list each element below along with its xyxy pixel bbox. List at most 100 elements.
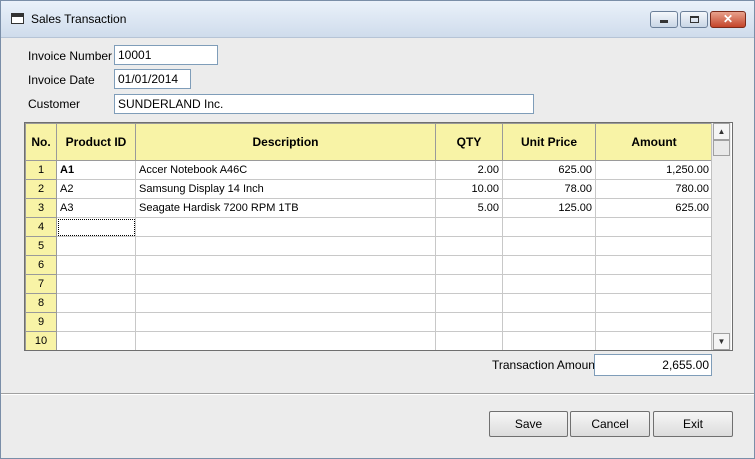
unit-price-cell[interactable]	[502, 312, 596, 332]
column-header-no[interactable]: No.	[25, 123, 57, 161]
qty-cell[interactable]	[435, 217, 503, 237]
minimize-icon	[660, 20, 668, 23]
column-header-unit-price[interactable]: Unit Price	[502, 123, 596, 161]
maximize-button[interactable]	[680, 11, 708, 28]
scroll-down-icon[interactable]: ▼	[713, 333, 730, 350]
table-row[interactable]: 5	[25, 236, 713, 256]
product-id-cell[interactable]	[56, 312, 136, 332]
amount-cell[interactable]	[595, 293, 713, 313]
table-row[interactable]: 6	[25, 255, 713, 275]
invoice-number-field[interactable]: 10001	[114, 45, 218, 65]
customer-field[interactable]: SUNDERLAND Inc.	[114, 94, 534, 114]
description-cell[interactable]	[135, 312, 436, 332]
product-id-cell[interactable]	[56, 255, 136, 275]
column-header-product-id[interactable]: Product ID	[56, 123, 136, 161]
unit-price-cell[interactable]	[502, 217, 596, 237]
close-button[interactable]: ✕	[710, 11, 746, 28]
product-id-cell[interactable]: A2	[56, 179, 136, 199]
transaction-amount-field: 2,655.00	[594, 354, 712, 376]
description-cell[interactable]: Seagate Hardisk 7200 RPM 1TB	[135, 198, 436, 218]
description-cell[interactable]	[135, 217, 436, 237]
amount-cell[interactable]	[595, 217, 713, 237]
scroll-up-icon[interactable]: ▲	[713, 123, 730, 140]
product-id-cell[interactable]: A3	[56, 198, 136, 218]
amount-cell[interactable]	[595, 331, 713, 350]
product-id-cell[interactable]	[56, 236, 136, 256]
row-number[interactable]: 10	[25, 331, 57, 350]
table-row[interactable]: 10	[25, 331, 713, 350]
footer-separator	[1, 393, 754, 395]
amount-cell[interactable]	[595, 274, 713, 294]
amount-cell[interactable]	[595, 236, 713, 256]
description-cell[interactable]: Accer Notebook A46C	[135, 160, 436, 180]
close-icon: ✕	[722, 12, 734, 26]
description-cell[interactable]	[135, 293, 436, 313]
unit-price-cell[interactable]: 78.00	[502, 179, 596, 199]
qty-cell[interactable]	[435, 331, 503, 350]
unit-price-cell[interactable]	[502, 236, 596, 256]
table-row[interactable]: 8	[25, 293, 713, 313]
description-cell[interactable]	[135, 331, 436, 350]
table-row[interactable]: 7	[25, 274, 713, 294]
invoice-date-field[interactable]: 01/01/2014	[114, 69, 191, 89]
column-header-qty[interactable]: QTY	[435, 123, 503, 161]
column-header-description[interactable]: Description	[135, 123, 436, 161]
row-number[interactable]: 8	[25, 293, 57, 313]
table-row[interactable]: 4	[25, 217, 713, 237]
unit-price-cell[interactable]: 625.00	[502, 160, 596, 180]
title-bar[interactable]: Sales Transaction ✕	[1, 1, 754, 38]
row-number[interactable]: 6	[25, 255, 57, 275]
qty-cell[interactable]	[435, 274, 503, 294]
qty-cell[interactable]: 5.00	[435, 198, 503, 218]
sales-grid[interactable]: No. Product ID Description QTY Unit Pric…	[24, 122, 733, 351]
table-row[interactable]: 2 A2 Samsung Display 14 Inch 10.00 78.00…	[25, 179, 713, 199]
row-number[interactable]: 7	[25, 274, 57, 294]
row-number[interactable]: 4	[25, 217, 57, 237]
unit-price-cell[interactable]	[502, 255, 596, 275]
row-number[interactable]: 5	[25, 236, 57, 256]
description-cell[interactable]: Samsung Display 14 Inch	[135, 179, 436, 199]
sales-transaction-window: Sales Transaction ✕ Invoice Number 10001…	[0, 0, 755, 459]
description-cell[interactable]	[135, 255, 436, 275]
save-button[interactable]: Save	[489, 411, 568, 437]
exit-button[interactable]: Exit	[653, 411, 733, 437]
amount-cell[interactable]: 625.00	[595, 198, 713, 218]
amount-cell[interactable]: 780.00	[595, 179, 713, 199]
qty-cell[interactable]: 2.00	[435, 160, 503, 180]
qty-cell[interactable]	[435, 255, 503, 275]
form-window-icon	[11, 13, 24, 24]
row-number[interactable]: 1	[25, 160, 57, 180]
unit-price-cell[interactable]	[502, 331, 596, 350]
qty-cell[interactable]: 10.00	[435, 179, 503, 199]
row-number[interactable]: 3	[25, 198, 57, 218]
column-header-amount[interactable]: Amount	[595, 123, 713, 161]
minimize-button[interactable]	[650, 11, 678, 28]
amount-cell[interactable]	[595, 312, 713, 332]
product-id-cell[interactable]	[56, 274, 136, 294]
product-id-cell[interactable]	[56, 293, 136, 313]
unit-price-cell[interactable]	[502, 293, 596, 313]
description-cell[interactable]	[135, 274, 436, 294]
amount-cell[interactable]	[595, 255, 713, 275]
amount-cell[interactable]: 1,250.00	[595, 160, 713, 180]
unit-price-cell[interactable]: 125.00	[502, 198, 596, 218]
cancel-button[interactable]: Cancel	[570, 411, 650, 437]
table-row[interactable]: 9	[25, 312, 713, 332]
invoice-date-label: Invoice Date	[28, 73, 95, 87]
product-id-cell[interactable]	[56, 331, 136, 350]
vertical-scrollbar[interactable]: ▲ ▼	[711, 123, 731, 350]
description-cell[interactable]	[135, 236, 436, 256]
table-row[interactable]: 3 A3 Seagate Hardisk 7200 RPM 1TB 5.00 1…	[25, 198, 713, 218]
product-id-cell[interactable]: A1	[56, 160, 136, 180]
row-number[interactable]: 2	[25, 179, 57, 199]
transaction-amount-label: Transaction Amount	[492, 358, 599, 372]
table-row[interactable]: 1 A1 Accer Notebook A46C 2.00 625.00 1,2…	[25, 160, 713, 180]
row-number[interactable]: 9	[25, 312, 57, 332]
invoice-number-label: Invoice Number	[28, 49, 113, 63]
qty-cell[interactable]	[435, 312, 503, 332]
product-id-cell-active[interactable]	[56, 217, 136, 237]
qty-cell[interactable]	[435, 236, 503, 256]
unit-price-cell[interactable]	[502, 274, 596, 294]
scroll-thumb[interactable]	[713, 140, 730, 156]
qty-cell[interactable]	[435, 293, 503, 313]
